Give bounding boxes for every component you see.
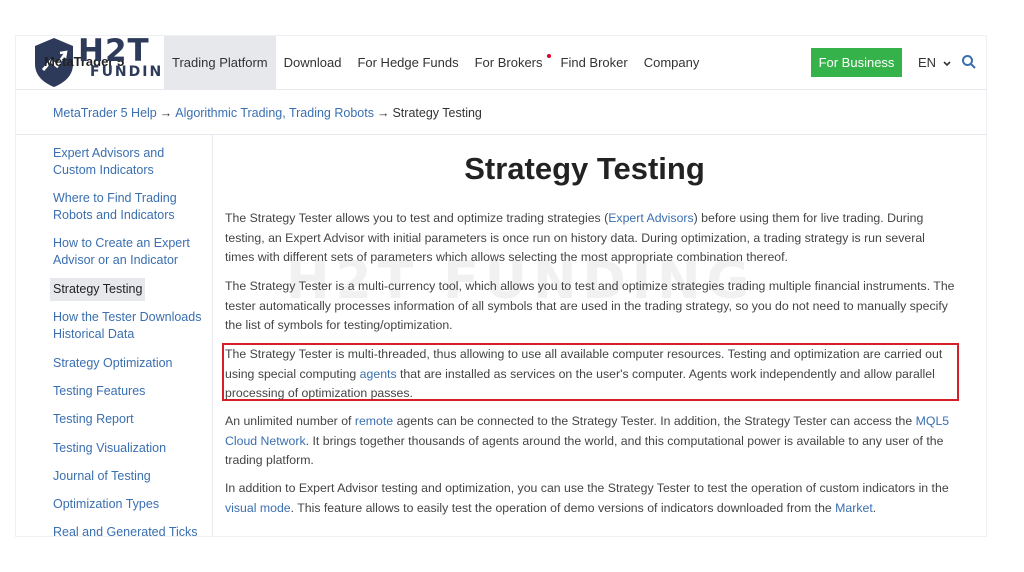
nav-for-hedge-funds[interactable]: For Hedge Funds xyxy=(349,36,466,90)
sidebar-item-expert-advisors[interactable]: Expert Advisors and Custom Indicators xyxy=(53,145,203,179)
language-selector[interactable]: EN xyxy=(918,55,951,70)
text: In addition to Expert Advisor testing an… xyxy=(225,481,949,495)
sidebar-item-optimization-types[interactable]: Optimization Types xyxy=(53,496,203,513)
breadcrumb-help[interactable]: MetaTrader 5 Help xyxy=(53,106,157,120)
nav-trading-platform[interactable]: Trading Platform xyxy=(164,36,276,90)
sidebar: Expert Advisors and Custom Indicators Wh… xyxy=(16,135,213,536)
nav-find-broker[interactable]: Find Broker xyxy=(553,36,636,90)
sidebar-item-journal[interactable]: Journal of Testing xyxy=(53,468,203,485)
paragraph-intro: The Strategy Tester allows you to test a… xyxy=(225,209,955,268)
breadcrumb-current: Strategy Testing xyxy=(392,106,482,120)
breadcrumb: MetaTrader 5 Help → Algorithmic Trading, T… xyxy=(53,106,482,120)
nav-for-brokers[interactable]: For Brokers xyxy=(467,36,553,90)
text: . It brings together thousands of agents… xyxy=(225,433,944,468)
sidebar-item-historical-data[interactable]: How the Tester Downloads Historical Data xyxy=(53,309,203,343)
sidebar-item-strategy-optimization[interactable]: Strategy Optimization xyxy=(53,355,203,372)
paragraph-visual-mode: In addition to Expert Advisor testing an… xyxy=(225,479,955,518)
visual-mode-link[interactable]: visual mode xyxy=(225,501,291,515)
breadcrumb-separator: → xyxy=(159,106,173,120)
main-nav: Trading Platform Download For Hedge Fund… xyxy=(164,36,707,90)
nav-company[interactable]: Company xyxy=(636,36,708,90)
page-title: Strategy Testing xyxy=(464,151,705,186)
chevron-down-icon xyxy=(943,60,951,66)
text: An unlimited number of xyxy=(225,414,355,428)
text: . This feature allows to easily test the… xyxy=(290,500,836,515)
text: . xyxy=(872,500,877,515)
page-frame: MetaTrader 5 H2T FUNDING Trading Platfor… xyxy=(16,36,986,536)
remote-link[interactable]: remote xyxy=(355,414,393,428)
agents-link[interactable]: agents xyxy=(360,367,397,381)
language-label: EN xyxy=(918,55,937,70)
paragraph-multithreaded: The Strategy Tester is multi-threaded, t… xyxy=(225,345,955,404)
for-business-button[interactable]: For Business xyxy=(811,48,902,77)
sidebar-item-testing-report[interactable]: Testing Report xyxy=(53,411,203,428)
sidebar-item-testing-visualization[interactable]: Testing Visualization xyxy=(53,440,203,457)
paragraph-multicurrency: The Strategy Tester is a multi-currency … xyxy=(225,279,955,332)
sidebar-item-testing-features[interactable]: Testing Features xyxy=(53,383,203,400)
breadcrumb-separator: → xyxy=(376,106,390,120)
expert-advisors-link[interactable]: Expert Advisors xyxy=(608,211,693,225)
sidebar-item-strategy-testing[interactable]: Strategy Testing xyxy=(50,278,146,301)
search-icon[interactable] xyxy=(961,54,977,70)
sidebar-item-how-to-create[interactable]: How to Create an Expert Advisor or an In… xyxy=(53,235,203,269)
site-header: MetaTrader 5 H2T FUNDING Trading Platfor… xyxy=(16,36,986,90)
paragraph-remote-agents: An unlimited number of remote agents can… xyxy=(225,412,955,471)
market-link[interactable]: Market xyxy=(835,501,873,515)
sidebar-item-where-to-find[interactable]: Where to Find Trading Robots and Indicat… xyxy=(53,190,203,224)
sidebar-item-ticks[interactable]: Real and Generated Ticks xyxy=(53,524,203,536)
breadcrumb-algo-trading[interactable]: Algorithmic Trading, Trading Robots xyxy=(175,106,374,120)
text: The Strategy Tester allows you to test a… xyxy=(225,211,609,225)
text: agents can be connected to the Strategy … xyxy=(393,414,916,428)
logo[interactable]: MetaTrader 5 H2T FUNDING xyxy=(26,36,175,90)
nav-for-brokers-label: For Brokers xyxy=(474,55,543,70)
nav-download[interactable]: Download xyxy=(276,36,350,90)
notification-dot xyxy=(546,54,551,58)
